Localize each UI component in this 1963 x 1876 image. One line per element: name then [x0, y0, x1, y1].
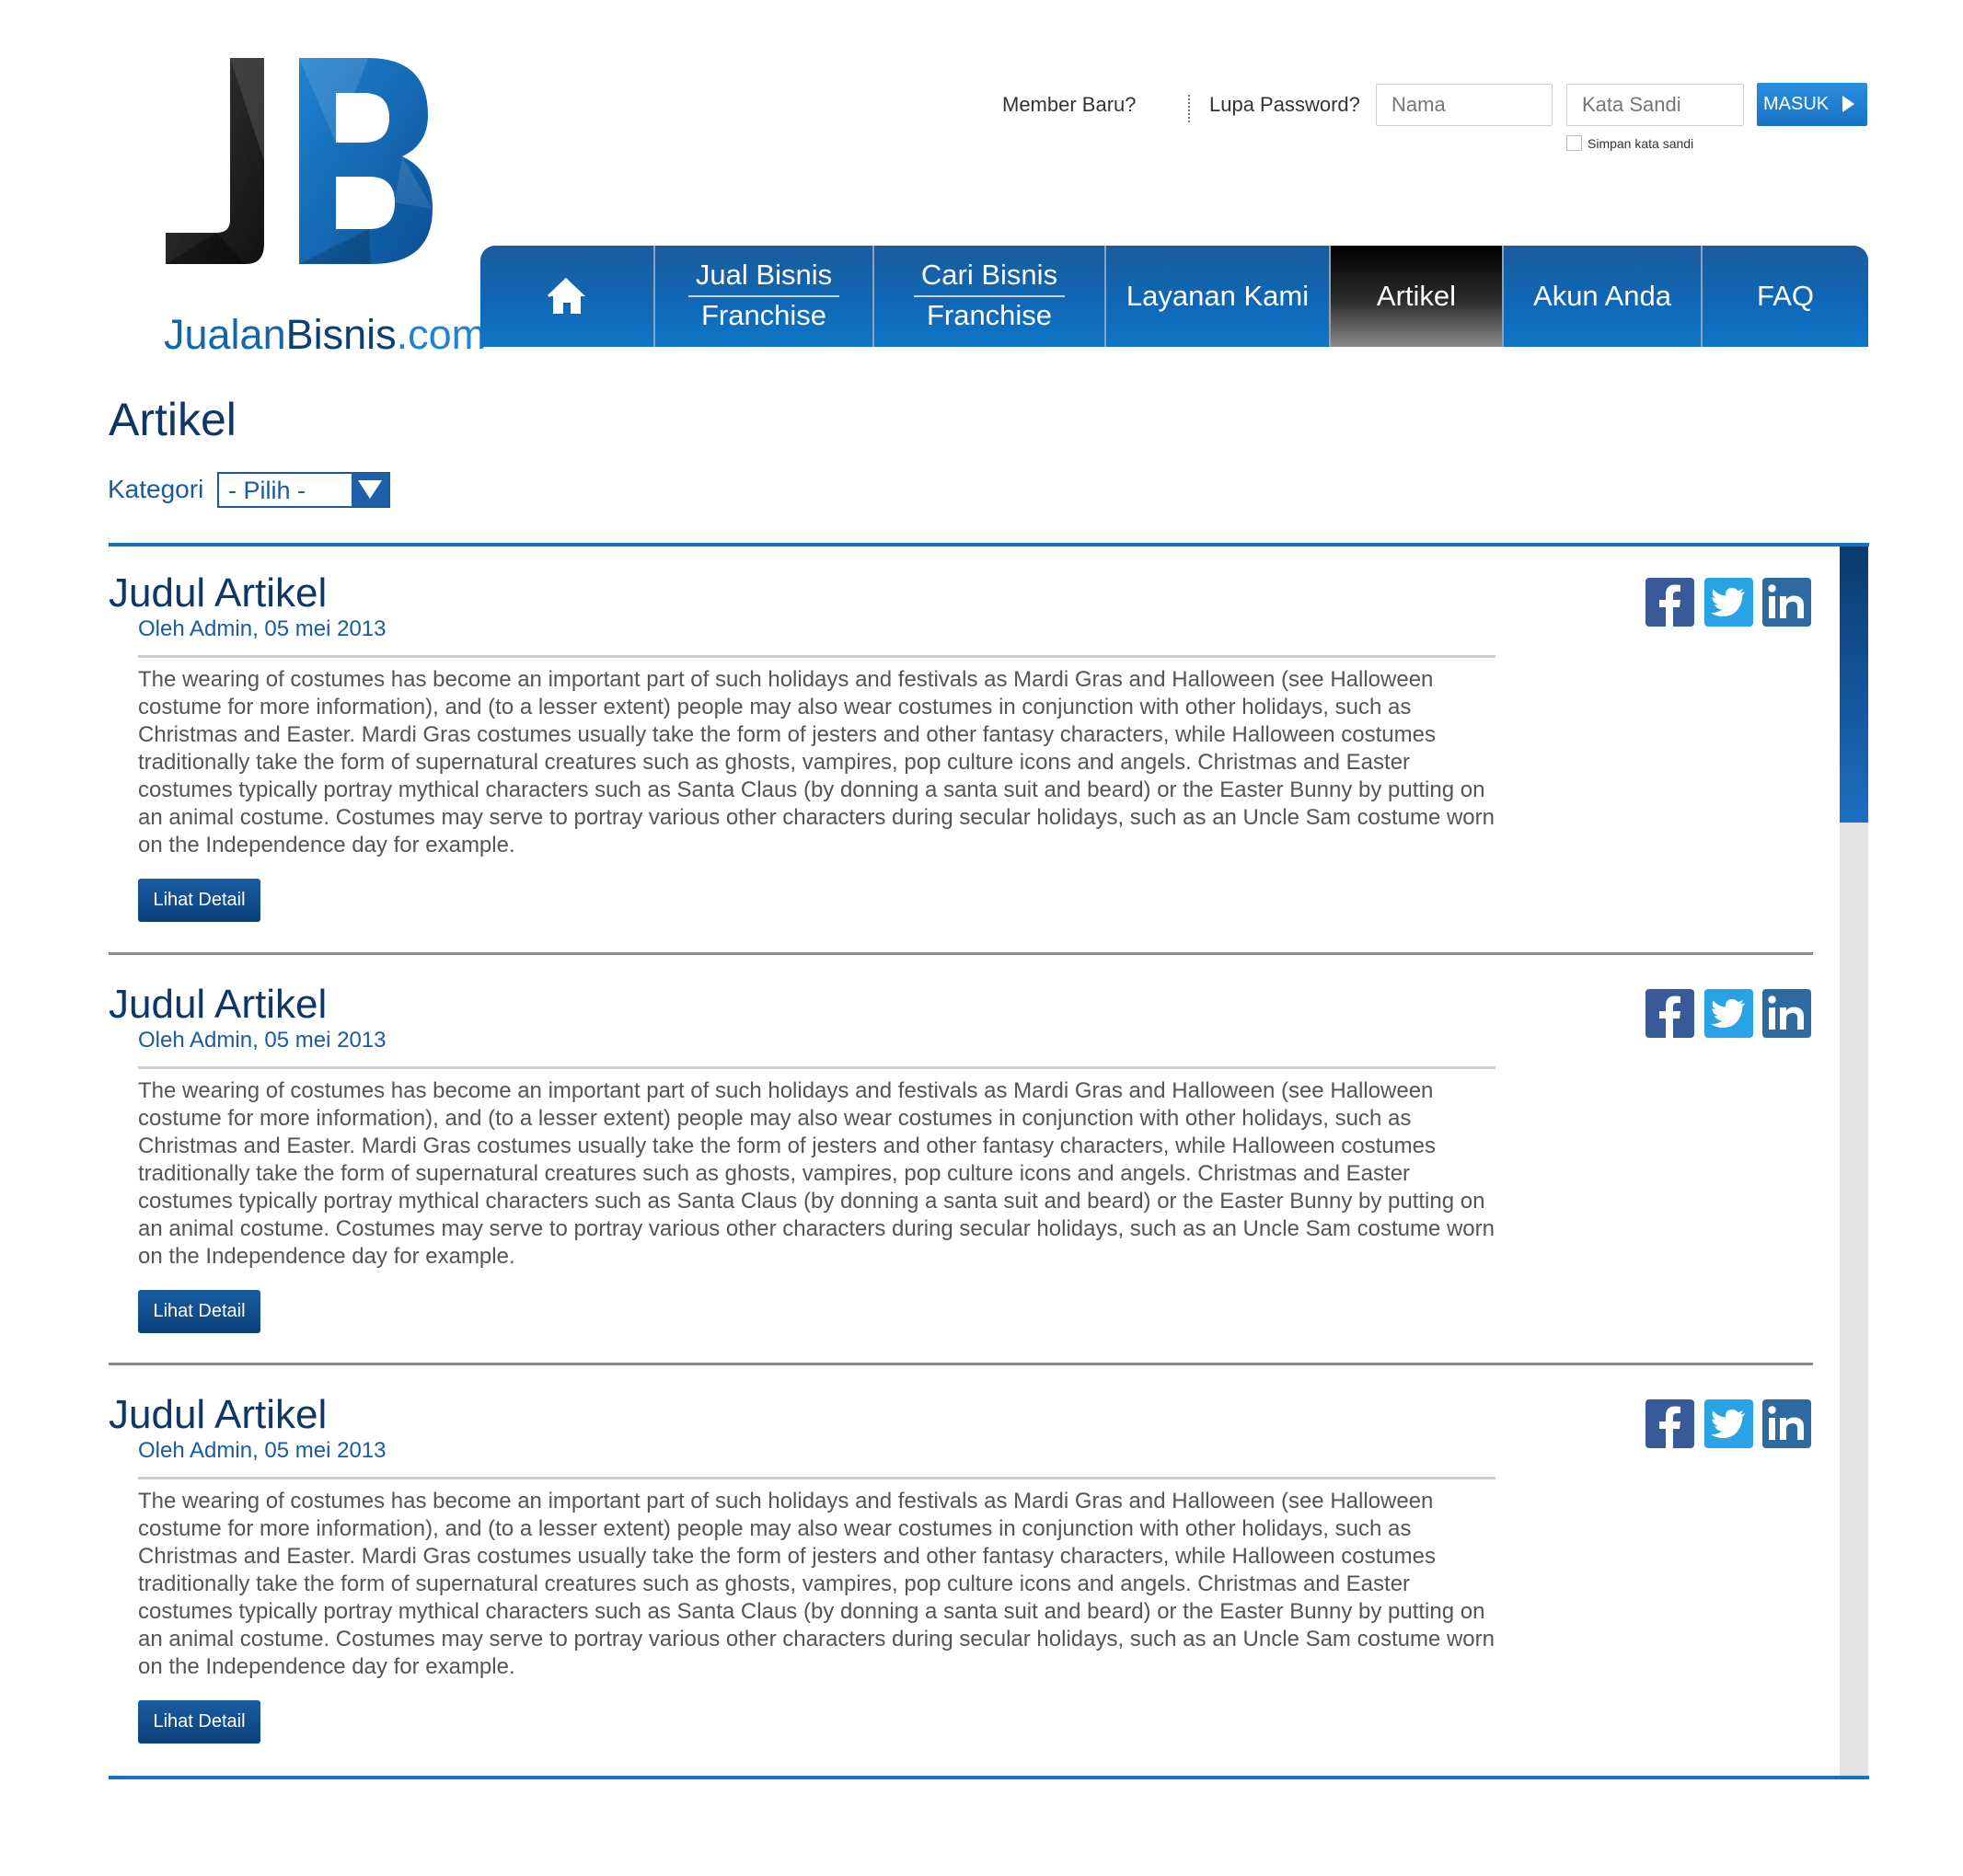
article-body: The wearing of costumes has become an im…	[138, 667, 1495, 857]
nav-label: Layanan Kami	[1126, 280, 1310, 312]
kategori-label: Kategori	[108, 475, 204, 503]
linkedin-icon	[1768, 584, 1804, 618]
twitter-share-button[interactable]	[1704, 578, 1753, 627]
home-icon	[547, 277, 585, 314]
article-rule	[138, 655, 1495, 658]
logo-text-bisnis: Bisnis	[285, 311, 397, 358]
nav-label: Jual Bisnis	[687, 259, 840, 297]
simpan-kata-sandi-label: Simpan kata sandi	[1588, 135, 1694, 151]
logo-text-jualan: Jualan	[164, 311, 286, 358]
article-meta: Oleh Admin, 05 mei 2013	[138, 616, 387, 641]
nav-layanan-kami[interactable]: Layanan Kami	[1104, 246, 1329, 347]
lihat-detail-button[interactable]: Lihat Detail	[138, 879, 260, 922]
twitter-icon	[1711, 588, 1745, 616]
main-nav: Jual Bisnis Franchise Cari Bisnis Franch…	[480, 246, 1868, 347]
facebook-share-button[interactable]	[1645, 1399, 1694, 1448]
article-divider	[109, 1363, 1813, 1365]
article-title[interactable]: Judul Artikel	[109, 982, 327, 1028]
masuk-button[interactable]: MASUK	[1757, 83, 1867, 126]
lihat-detail-button[interactable]: Lihat Detail	[138, 1290, 260, 1333]
article-divider	[109, 952, 1813, 955]
twitter-share-button[interactable]	[1704, 989, 1753, 1038]
logo-wordmark[interactable]: JualanBisnis.com	[164, 311, 486, 359]
scrollbar-thumb[interactable]	[1840, 547, 1868, 823]
content-top-border	[109, 543, 1869, 547]
lupa-password-link[interactable]: Lupa Password?	[1209, 93, 1360, 117]
article-body: The wearing of costumes has become an im…	[138, 1078, 1495, 1269]
play-arrow-icon	[1842, 96, 1854, 112]
nav-label: Cari Bisnis	[913, 259, 1066, 297]
kata-sandi-input[interactable]	[1566, 84, 1744, 126]
nav-home[interactable]	[480, 246, 653, 347]
linkedin-share-button[interactable]	[1762, 578, 1811, 627]
nav-label: Akun Anda	[1533, 280, 1671, 312]
article-body: The wearing of costumes has become an im…	[138, 1489, 1495, 1679]
content-bottom-border	[109, 1776, 1869, 1779]
article-meta: Oleh Admin, 05 mei 2013	[138, 1438, 387, 1463]
article-rule	[138, 1066, 1495, 1069]
lihat-detail-button[interactable]: Lihat Detail	[138, 1700, 260, 1744]
article-rule	[138, 1477, 1495, 1479]
twitter-share-button[interactable]	[1704, 1399, 1753, 1448]
simpan-kata-sandi[interactable]: Simpan kata sandi	[1566, 135, 1693, 151]
nav-label: Franchise	[700, 299, 827, 331]
nav-cari-bisnis-franchise[interactable]: Cari Bisnis Franchise	[872, 246, 1104, 347]
nav-label: Artikel	[1376, 280, 1457, 312]
facebook-icon	[1659, 1406, 1680, 1448]
article-title[interactable]: Judul Artikel	[109, 570, 327, 616]
kategori-select[interactable]: - Pilih -	[217, 472, 390, 508]
nav-faq[interactable]: FAQ	[1701, 246, 1868, 347]
top-separator	[1188, 95, 1190, 122]
logo-text-com: .com	[396, 311, 487, 358]
linkedin-share-button[interactable]	[1762, 1399, 1811, 1448]
linkedin-share-button[interactable]	[1762, 989, 1811, 1038]
member-baru-link[interactable]: Member Baru?	[1002, 93, 1137, 117]
facebook-icon	[1659, 996, 1680, 1038]
nama-input[interactable]	[1376, 84, 1553, 126]
nav-label: Franchise	[926, 299, 1053, 331]
masuk-label: MASUK	[1763, 94, 1830, 114]
facebook-icon	[1659, 584, 1680, 627]
triangle-down-icon	[358, 480, 382, 499]
facebook-share-button[interactable]	[1645, 989, 1694, 1038]
article-title[interactable]: Judul Artikel	[109, 1392, 327, 1438]
nav-jual-bisnis-franchise[interactable]: Jual Bisnis Franchise	[653, 246, 872, 347]
linkedin-icon	[1768, 996, 1804, 1030]
twitter-icon	[1711, 999, 1745, 1028]
kategori-selected-value: - Pilih -	[228, 477, 306, 504]
page-title: Artikel	[109, 394, 237, 445]
facebook-share-button[interactable]	[1645, 578, 1694, 627]
twitter-icon	[1711, 1410, 1745, 1438]
dropdown-arrow[interactable]	[352, 474, 388, 506]
site-logo[interactable]	[161, 51, 446, 354]
nav-label: FAQ	[1756, 280, 1814, 312]
article-meta: Oleh Admin, 05 mei 2013	[138, 1028, 387, 1053]
nav-akun-anda[interactable]: Akun Anda	[1502, 246, 1701, 347]
simpan-kata-sandi-checkbox[interactable]	[1566, 135, 1582, 151]
nav-artikel[interactable]: Artikel	[1329, 246, 1502, 347]
linkedin-icon	[1768, 1406, 1804, 1440]
